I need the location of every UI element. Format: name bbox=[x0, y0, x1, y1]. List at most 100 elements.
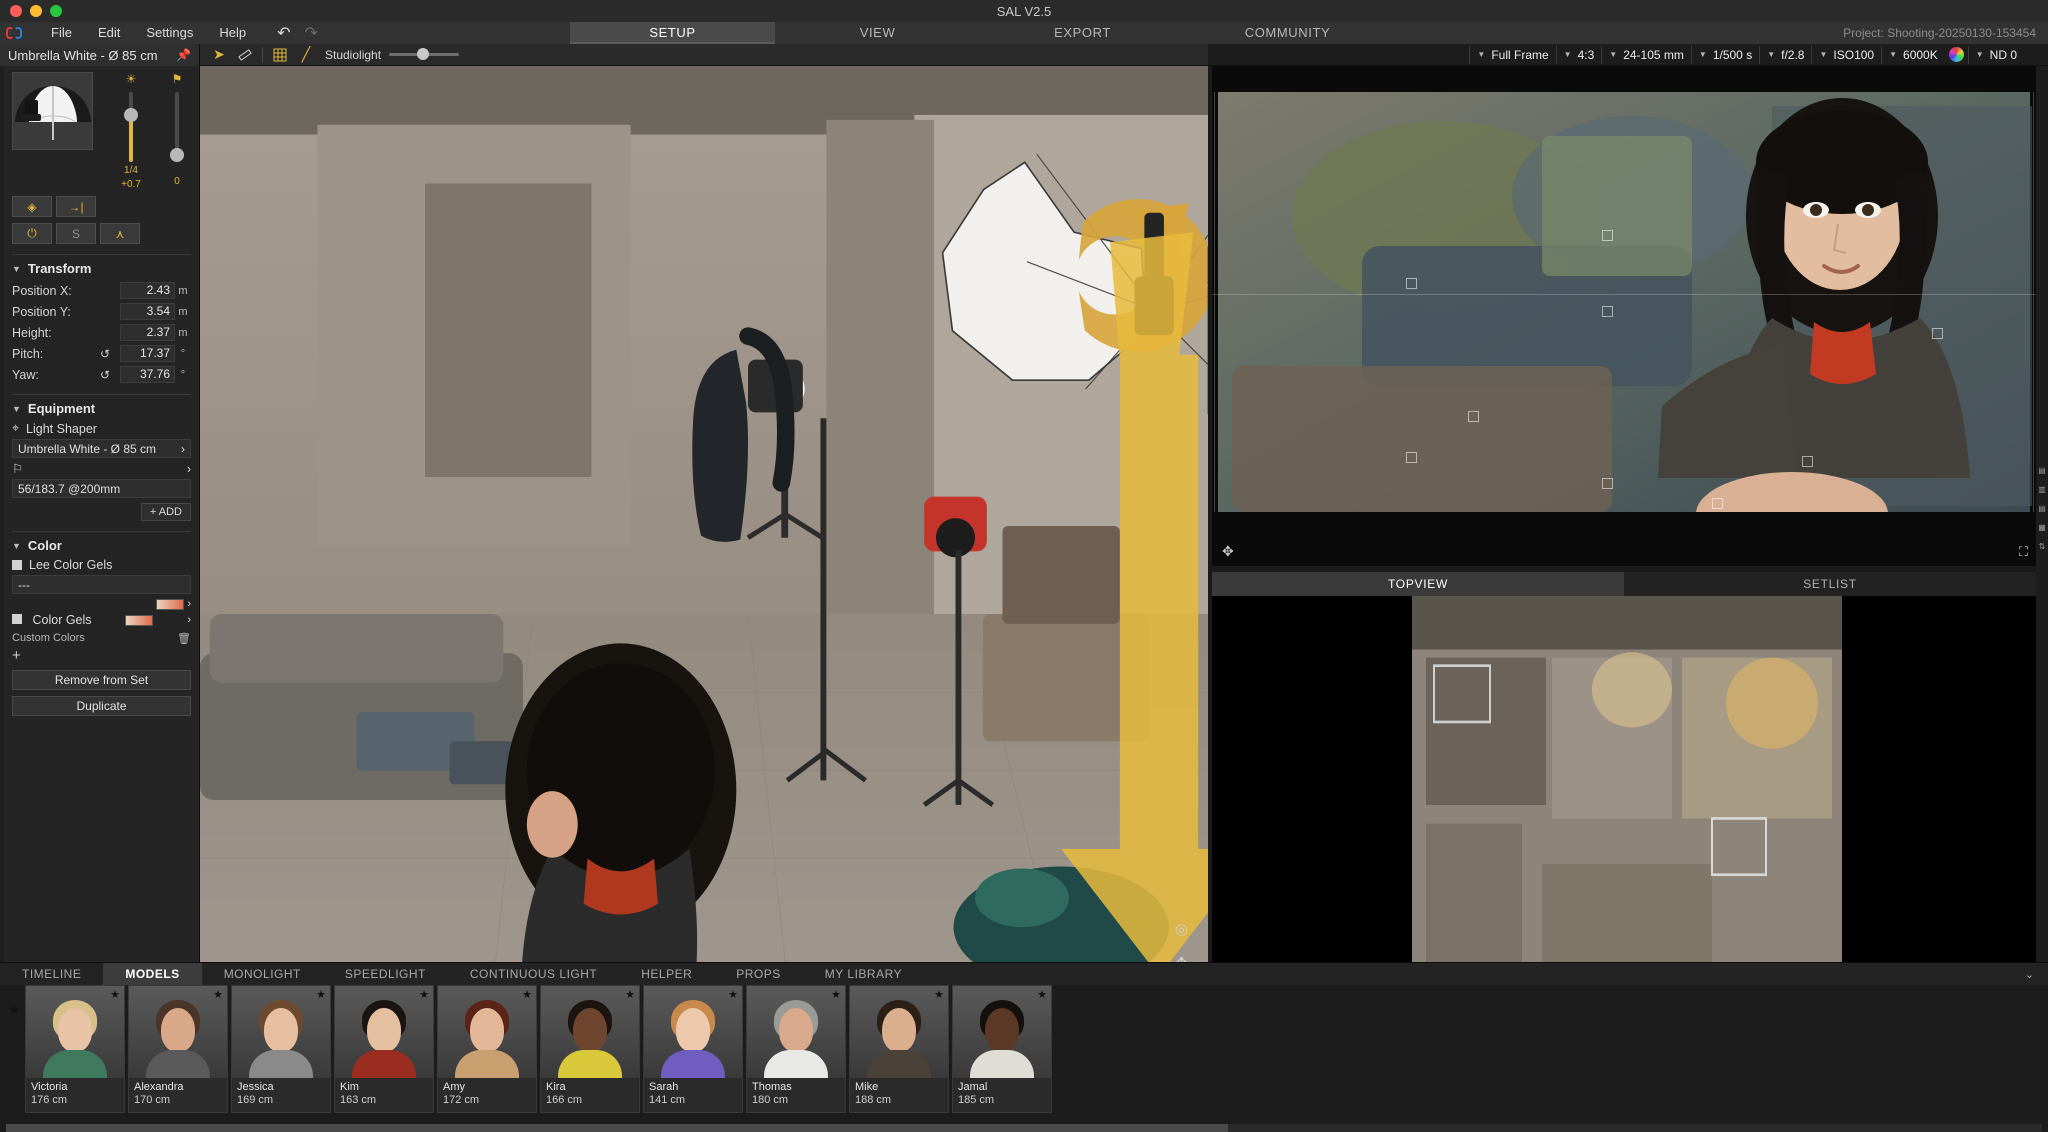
stand-button[interactable]: ⋏ bbox=[100, 223, 140, 244]
ruler-icon[interactable]: ▤ bbox=[2038, 504, 2046, 513]
color-header[interactable]: ▼ Color bbox=[12, 538, 191, 553]
color-gels-row[interactable]: Color Gels › bbox=[12, 613, 191, 627]
tab-continuous-light[interactable]: CONTINUOUS LIGHT bbox=[448, 963, 619, 985]
chevron-right-icon[interactable]: › bbox=[187, 598, 191, 610]
equipment-header[interactable]: ▼ Equipment bbox=[12, 401, 191, 416]
favorite-star-icon[interactable]: ★ bbox=[316, 988, 326, 1001]
grid-icon[interactable]: ▦ bbox=[2038, 523, 2046, 532]
power-button[interactable]: ⏻ bbox=[12, 223, 52, 244]
favorite-star-icon[interactable]: ★ bbox=[1037, 988, 1047, 1001]
model-card[interactable]: ★ Kim 163 cm bbox=[334, 985, 434, 1113]
plus-icon[interactable]: + bbox=[12, 647, 191, 664]
duplicate-button[interactable]: Duplicate bbox=[12, 696, 191, 716]
favorite-star-icon[interactable]: ★ bbox=[728, 988, 738, 1001]
crop-handle[interactable] bbox=[1406, 452, 1417, 463]
reset-yaw-icon[interactable]: ↺ bbox=[100, 368, 120, 382]
lens-select[interactable]: ▼ 24-105 mm bbox=[1601, 45, 1691, 64]
swap-icon[interactable]: ⇅ bbox=[2039, 542, 2046, 551]
favorite-star-icon[interactable]: ★ bbox=[213, 988, 223, 1001]
shutter-select[interactable]: ▼ 1/500 s bbox=[1690, 45, 1759, 64]
crop-handle[interactable] bbox=[1406, 278, 1417, 289]
favorite-filter-icon[interactable]: ★ bbox=[6, 985, 22, 1017]
lee-swatch[interactable] bbox=[156, 598, 185, 610]
gels-swatch[interactable] bbox=[125, 614, 154, 626]
tab-models[interactable]: MODELS bbox=[103, 963, 202, 985]
field-position-x[interactable]: Position X: 2.43 m bbox=[12, 281, 191, 300]
fullscreen-icon[interactable]: ⛶ bbox=[2019, 544, 2028, 560]
tab-setup[interactable]: SETUP bbox=[570, 22, 775, 44]
add-equipment-button[interactable]: + ADD bbox=[140, 503, 191, 521]
field-height[interactable]: Height: 2.37 m bbox=[12, 323, 191, 342]
gels-checkbox[interactable] bbox=[12, 614, 22, 624]
favorite-star-icon[interactable]: ★ bbox=[625, 988, 635, 1001]
tab-speedlight[interactable]: SPEEDLIGHT bbox=[323, 963, 448, 985]
crop-handle[interactable] bbox=[1602, 230, 1613, 241]
tab-helper[interactable]: HELPER bbox=[619, 963, 714, 985]
tab-timeline[interactable]: TIMELINE bbox=[0, 963, 103, 985]
model-card[interactable]: ★ Thomas 180 cm bbox=[746, 985, 846, 1113]
color-wheel-icon[interactable] bbox=[1948, 47, 1964, 62]
trash-icon[interactable]: 🗑 bbox=[177, 632, 191, 645]
line-tool[interactable]: ╱ bbox=[293, 45, 319, 65]
measure-tool[interactable] bbox=[232, 45, 258, 65]
kelvin-select[interactable]: ▼ 6000K bbox=[1881, 45, 1945, 64]
crop-handle[interactable] bbox=[1602, 306, 1613, 317]
tab-export[interactable]: EXPORT bbox=[980, 22, 1185, 44]
model-card[interactable]: ★ Victoria 176 cm bbox=[25, 985, 125, 1113]
favorite-star-icon[interactable]: ★ bbox=[522, 988, 532, 1001]
solo-button[interactable]: S bbox=[56, 223, 96, 244]
snap-to-model-button[interactable]: →| bbox=[56, 196, 96, 217]
crop-handle[interactable] bbox=[1712, 498, 1723, 509]
aperture-select[interactable]: ▼ f/2.8 bbox=[1759, 45, 1811, 64]
camera-preview[interactable]: ✥ ⛶ bbox=[1212, 66, 2036, 566]
value-pitch[interactable]: 17.37 bbox=[120, 345, 175, 362]
zoom-slider[interactable]: ⚑ 0 bbox=[163, 72, 191, 190]
lee-select[interactable]: --- bbox=[12, 575, 191, 594]
menu-edit[interactable]: Edit bbox=[85, 22, 133, 44]
sensor-select[interactable]: ▼ Full Frame bbox=[1469, 45, 1555, 64]
value-yaw[interactable]: 37.76 bbox=[120, 366, 175, 383]
tab-topview[interactable]: TOPVIEW bbox=[1212, 572, 1624, 596]
orbit-icon[interactable]: ◎ bbox=[1175, 920, 1188, 938]
value-position-y[interactable]: 3.54 bbox=[120, 303, 175, 320]
crop-handle[interactable] bbox=[1602, 478, 1613, 489]
field-pitch[interactable]: Pitch: ↺ 17.37 ° bbox=[12, 344, 191, 363]
aspect-select[interactable]: ▼ 4:3 bbox=[1555, 45, 1602, 64]
model-card[interactable]: ★ Kira 166 cm bbox=[540, 985, 640, 1113]
tab-setlist[interactable]: SETLIST bbox=[1624, 572, 2036, 596]
light-shaper-select[interactable]: Umbrella White - Ø 85 cm › bbox=[12, 439, 191, 458]
tab-props[interactable]: PROPS bbox=[714, 963, 803, 985]
favorite-star-icon[interactable]: ★ bbox=[419, 988, 429, 1001]
crop-handle[interactable] bbox=[1932, 328, 1943, 339]
model-card[interactable]: ★ Jessica 169 cm bbox=[231, 985, 331, 1113]
tab-monolight[interactable]: MONOLIGHT bbox=[202, 963, 323, 985]
studiolight-slider[interactable] bbox=[389, 48, 460, 60]
undo-icon[interactable]: ↶ bbox=[277, 23, 290, 43]
remove-from-set-button[interactable]: Remove from Set bbox=[12, 670, 191, 690]
pan-hand-icon[interactable]: ✥ bbox=[1222, 543, 1234, 560]
library-scrollbar[interactable] bbox=[6, 1124, 2042, 1132]
model-card[interactable]: ★ Jamal 185 cm bbox=[952, 985, 1052, 1113]
menu-file[interactable]: File bbox=[38, 22, 85, 44]
crop-handle[interactable] bbox=[1468, 411, 1479, 422]
flash-select[interactable]: 56/183.7 @200mm bbox=[12, 479, 191, 498]
list-icon[interactable]: ▤ bbox=[2038, 466, 2046, 475]
light-thumbnail[interactable] bbox=[12, 72, 93, 150]
transform-header[interactable]: ▼ Transform bbox=[12, 261, 191, 276]
select-tool[interactable]: ➤ bbox=[206, 45, 232, 65]
field-position-y[interactable]: Position Y: 3.54 m bbox=[12, 302, 191, 321]
flash-caret-icon[interactable]: › bbox=[187, 462, 191, 476]
tab-view[interactable]: VIEW bbox=[775, 22, 980, 44]
chevron-down-icon[interactable]: ⌄ bbox=[2025, 968, 2034, 981]
lee-color-gels-row[interactable]: Lee Color Gels bbox=[12, 558, 191, 572]
favorite-star-icon[interactable]: ★ bbox=[110, 988, 120, 1001]
favorite-star-icon[interactable]: ★ bbox=[934, 988, 944, 1001]
tab-community[interactable]: COMMUNITY bbox=[1185, 22, 1390, 44]
layers-icon[interactable]: ▥ bbox=[2038, 485, 2046, 494]
model-card[interactable]: ★ Mike 188 cm bbox=[849, 985, 949, 1113]
reset-pitch-icon[interactable]: ↺ bbox=[100, 347, 120, 361]
3d-viewport[interactable]: ▸ ◈ ▤ ⏻ ▣ ⋮ ⋏ 1/4 +0.7 bbox=[200, 66, 1208, 1107]
menu-help[interactable]: Help bbox=[206, 22, 259, 44]
field-yaw[interactable]: Yaw: ↺ 37.76 ° bbox=[12, 365, 191, 384]
menu-settings[interactable]: Settings bbox=[133, 22, 206, 44]
